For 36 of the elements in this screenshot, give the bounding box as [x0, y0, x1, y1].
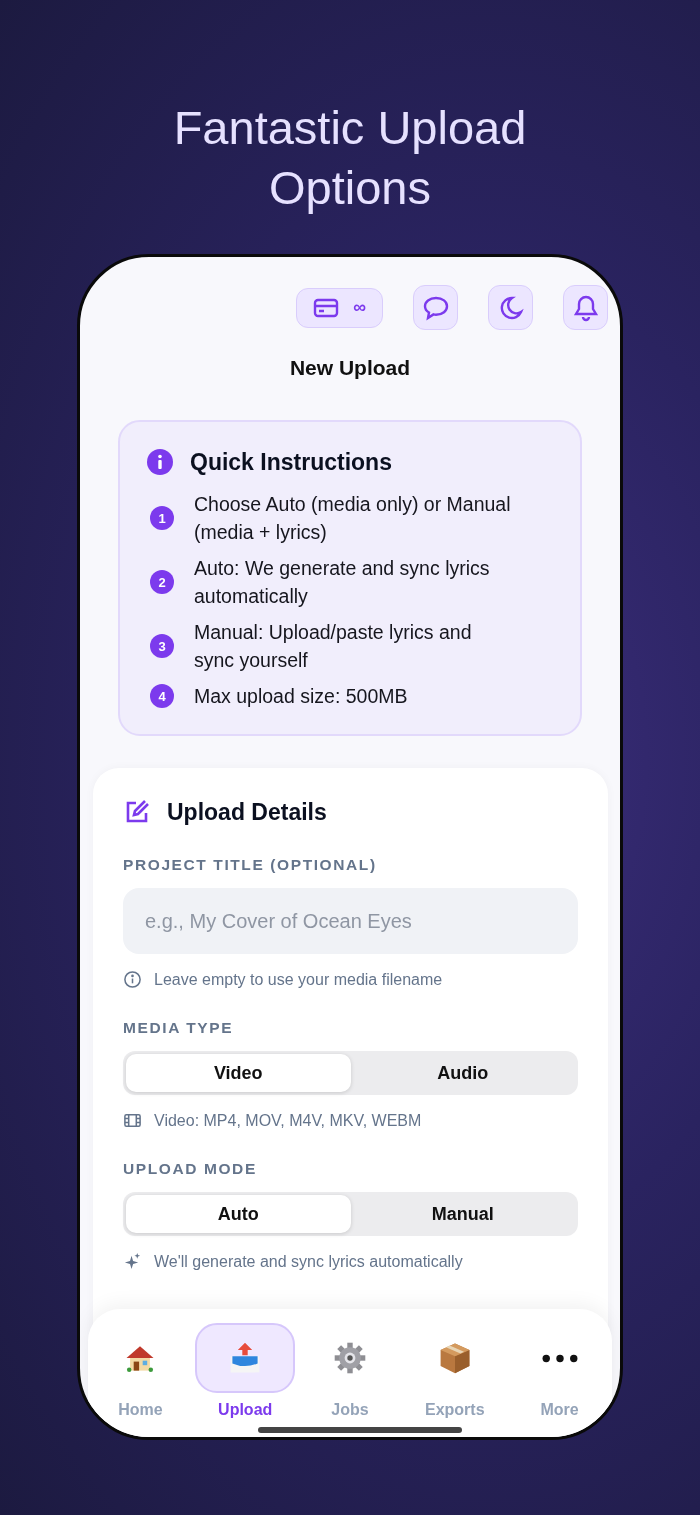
segment-option[interactable]: Manual: [350, 1195, 575, 1233]
step-text: Max upload size: 500MB: [194, 684, 408, 709]
info-icon: [123, 970, 142, 989]
credit-card-icon: [313, 297, 340, 318]
gear-icon: [332, 1340, 368, 1376]
more-icon: [541, 1353, 578, 1363]
theme-button[interactable]: [488, 285, 533, 330]
field-label: MEDIA TYPE: [123, 1019, 235, 1037]
instructions-title: Quick Instructions: [190, 448, 392, 476]
step-number: 3: [150, 634, 174, 658]
step-text: Auto: We generate and sync lyrics automatically: [194, 556, 491, 609]
notifications-button[interactable]: [563, 285, 608, 330]
sparkles-icon: [123, 1252, 142, 1271]
step-number: 4: [150, 684, 174, 708]
project-title-field[interactable]: e.g., My Cover of Ocean Eyes: [123, 888, 578, 954]
bell-icon: [572, 293, 599, 322]
step-text: Choose Auto (media only) or Manual (media + lyrics): [194, 492, 512, 545]
headline: Fantastic Upload Options: [172, 100, 528, 216]
hint-text: Leave empty to use your media filename: [154, 970, 443, 989]
chat-bubble-icon: [421, 294, 450, 321]
segment-option[interactable]: Video: [126, 1054, 351, 1092]
segment-option[interactable]: Auto: [126, 1195, 351, 1233]
step-number: 2: [150, 570, 174, 594]
field-label: UPLOAD MODE: [123, 1160, 258, 1178]
film-icon: [123, 1111, 142, 1130]
segment-option[interactable]: Audio: [350, 1054, 575, 1092]
field-label: PROJECT TITLE (OPTIONAL): [123, 856, 378, 874]
hint-text: Video: MP4, MOV, M4V, MKV, WEBM: [154, 1111, 422, 1130]
step-number: 1: [150, 506, 174, 530]
screen-title: New Upload: [288, 356, 412, 380]
chat-button[interactable]: [413, 285, 458, 330]
details-title: Upload Details: [167, 798, 327, 826]
credits-button[interactable]: ∞: [296, 287, 383, 328]
step-text: Manual: Upload/paste lyrics and sync yourself: [194, 620, 473, 673]
info-icon: [146, 448, 174, 476]
hint-text: We'll generate and sync lyrics automatically: [154, 1252, 463, 1271]
